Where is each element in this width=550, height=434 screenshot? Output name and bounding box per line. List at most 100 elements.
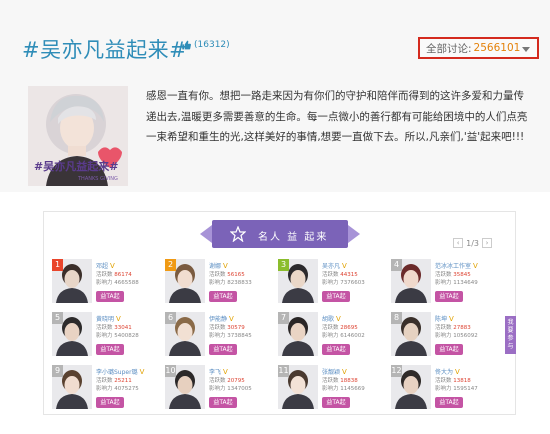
celebrity-name[interactable]: 佟大为 V bbox=[435, 367, 460, 376]
celebrity-name[interactable]: 黄晓明 V bbox=[96, 314, 121, 323]
banner-title: 名人 益 起来 bbox=[258, 232, 329, 243]
influence-line: 影响力 7376603 bbox=[322, 278, 365, 286]
activity-line: 活跃数 86174 bbox=[96, 270, 132, 278]
verified-icon: V bbox=[139, 368, 145, 376]
influence-label: 影响力 bbox=[96, 386, 113, 392]
rank-badge: 1 bbox=[52, 259, 63, 271]
celebrity-card: 9 李小璐Super璐 V 活跃数 25211 影响力 4075275 益TA起 bbox=[52, 365, 165, 416]
thumbs-up-icon bbox=[182, 40, 191, 50]
support-button[interactable]: 益TA起 bbox=[322, 291, 350, 302]
activity-line: 活跃数 33041 bbox=[96, 323, 132, 331]
page-indicator: 1/3 bbox=[466, 238, 479, 248]
celebrity-name[interactable]: 伊能静 V bbox=[209, 314, 234, 323]
celebrity-card: 2 谢娜 V 活跃数 56165 影响力 8238833 益TA起 bbox=[165, 259, 278, 310]
celebrity-name-text[interactable]: 范冰冰工作室 bbox=[435, 263, 471, 270]
influence-count: 5400828 bbox=[114, 333, 139, 339]
support-button[interactable]: 益TA起 bbox=[209, 291, 237, 302]
support-button[interactable]: 益TA起 bbox=[435, 344, 463, 355]
rank-badge: 6 bbox=[165, 312, 176, 324]
celebrity-name-text[interactable]: 谢娜 bbox=[209, 263, 221, 270]
rank-badge: 8 bbox=[391, 312, 402, 324]
support-button[interactable]: 益TA起 bbox=[96, 397, 124, 408]
influence-count: 4075275 bbox=[114, 386, 139, 392]
support-button[interactable]: 益TA起 bbox=[435, 291, 463, 302]
verified-icon: V bbox=[223, 262, 228, 270]
page-title: #吴亦凡益起来# bbox=[22, 38, 188, 62]
support-button[interactable]: 益TA起 bbox=[209, 397, 237, 408]
celebrity-name-text[interactable]: 吴亦凡 bbox=[322, 263, 340, 270]
celebrity-name[interactable]: 李飞 V bbox=[209, 367, 228, 376]
chevron-down-icon[interactable] bbox=[522, 47, 530, 52]
celebrity-name[interactable]: 陈坤 V bbox=[435, 314, 454, 323]
influence-line: 影响力 1347005 bbox=[209, 384, 252, 392]
total-discussion-count: 2566101 bbox=[473, 42, 521, 54]
influence-line: 影响力 8238833 bbox=[209, 278, 252, 286]
celebrity-name-text[interactable]: 李飞 bbox=[209, 369, 221, 376]
celebrity-name[interactable]: 胡歌 V bbox=[322, 314, 341, 323]
celebrity-name-text[interactable]: 佟大为 bbox=[435, 369, 453, 376]
support-button[interactable]: 益TA起 bbox=[96, 291, 124, 302]
celebrity-card: 1 邓超 V 活跃数 86174 影响力 4665588 益TA起 bbox=[52, 259, 165, 310]
avatar-caption-main: #吴亦凡益起来# bbox=[34, 159, 118, 173]
celebrity-name-text[interactable]: 李小璐Super璐 bbox=[96, 369, 138, 376]
celebrity-card: 10 李飞 V 活跃数 20795 影响力 1347005 益TA起 bbox=[165, 365, 278, 416]
influence-count: 1056092 bbox=[453, 333, 478, 339]
celebrity-name-text[interactable]: 伊能静 bbox=[209, 316, 227, 323]
rank-badge: 10 bbox=[165, 365, 176, 377]
support-button[interactable]: 益TA起 bbox=[209, 344, 237, 355]
celebrity-name-text[interactable]: 陈坤 bbox=[435, 316, 447, 323]
activity-line: 活跃数 20795 bbox=[209, 376, 245, 384]
celebrity-name[interactable]: 邓超 V bbox=[96, 261, 115, 270]
influence-label: 影响力 bbox=[209, 386, 226, 392]
rank-badge: 12 bbox=[391, 365, 402, 377]
verified-icon: V bbox=[110, 262, 115, 270]
support-button[interactable]: 益TA起 bbox=[322, 344, 350, 355]
influence-line: 影响力 4665588 bbox=[96, 278, 139, 286]
influence-count: 3738845 bbox=[227, 333, 252, 339]
influence-line: 影响力 5400828 bbox=[96, 331, 139, 339]
verified-icon: V bbox=[455, 368, 460, 376]
verified-icon: V bbox=[229, 315, 234, 323]
next-page-button[interactable]: › bbox=[482, 238, 492, 248]
influence-label: 影响力 bbox=[322, 386, 339, 392]
verified-icon: V bbox=[336, 315, 341, 323]
like-count: (16312) bbox=[194, 40, 230, 50]
star-icon bbox=[230, 226, 246, 242]
influence-label: 影响力 bbox=[96, 280, 113, 286]
activity-line: 活跃数 27883 bbox=[435, 323, 471, 331]
influence-count: 4665588 bbox=[114, 280, 139, 286]
influence-label: 影响力 bbox=[435, 333, 452, 339]
celebrity-name-text[interactable]: 胡歌 bbox=[322, 316, 334, 323]
participate-side-tab[interactable]: 我要参与 bbox=[505, 316, 516, 354]
verified-icon: V bbox=[449, 315, 454, 323]
activity-line: 活跃数 56165 bbox=[209, 270, 245, 278]
pager: ‹ 1/3 › bbox=[453, 238, 492, 248]
influence-line: 影响力 3738845 bbox=[209, 331, 252, 339]
prev-page-button[interactable]: ‹ bbox=[453, 238, 464, 248]
celebrity-name[interactable]: 张靓颖 V bbox=[322, 367, 347, 376]
influence-label: 影响力 bbox=[435, 386, 452, 392]
influence-label: 影响力 bbox=[322, 280, 339, 286]
celebrity-name-text[interactable]: 张靓颖 bbox=[322, 369, 340, 376]
celebrity-card: 3 吴亦凡 V 活跃数 44315 影响力 7376603 益TA起 bbox=[278, 259, 391, 310]
celebrity-name[interactable]: 范冰冰工作室 V bbox=[435, 261, 478, 270]
rank-badge: 9 bbox=[52, 365, 63, 377]
activity-line: 活跃数 13818 bbox=[435, 376, 471, 384]
total-discussion-dropdown[interactable]: 全部讨论: 2566101 bbox=[418, 37, 539, 59]
verified-icon: V bbox=[473, 262, 478, 270]
activity-line: 活跃数 18838 bbox=[322, 376, 358, 384]
celebrity-name[interactable]: 李小璐Super璐 V bbox=[96, 367, 144, 376]
celebrity-card: 6 伊能静 V 活跃数 30579 影响力 3738845 益TA起 bbox=[165, 312, 278, 363]
support-button[interactable]: 益TA起 bbox=[96, 344, 124, 355]
like-counter[interactable]: (16312) bbox=[181, 40, 230, 50]
support-button[interactable]: 益TA起 bbox=[435, 397, 463, 408]
ranking-banner: 名人 益 起来 bbox=[200, 220, 360, 248]
celebrity-name[interactable]: 吴亦凡 V bbox=[322, 261, 347, 270]
celebrity-name-text[interactable]: 黄晓明 bbox=[96, 316, 114, 323]
influence-count: 1145669 bbox=[340, 386, 365, 392]
influence-line: 影响力 1595147 bbox=[435, 384, 478, 392]
support-button[interactable]: 益TA起 bbox=[322, 397, 350, 408]
celebrity-name[interactable]: 谢娜 V bbox=[209, 261, 228, 270]
celebrity-name-text[interactable]: 邓超 bbox=[96, 263, 108, 270]
avatar-caption-sub: THANKS GIVING bbox=[77, 176, 118, 182]
